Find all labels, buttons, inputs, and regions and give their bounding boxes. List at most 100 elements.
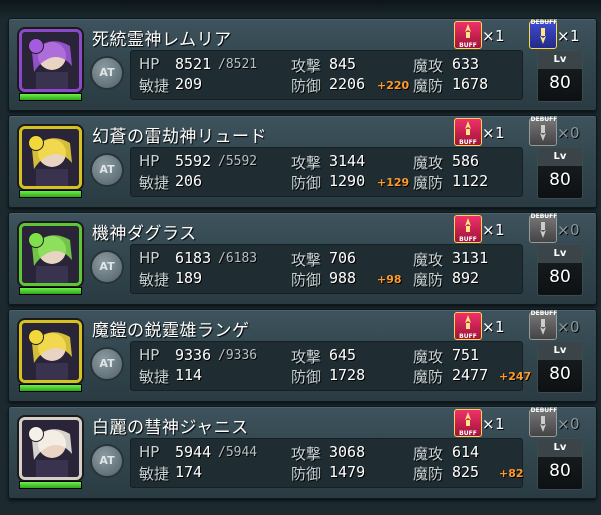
unit-card[interactable]: 死統霊神レムリア AT HP 8521/8521 攻撃 845 魔攻 633 敏捷 209 防御 22… — [8, 18, 597, 111]
debuff-icon[interactable]: DEBUFF — [529, 19, 558, 49]
debuff-times: × — [557, 124, 570, 142]
agi-label: 敏捷 — [139, 271, 170, 289]
agi-label: 敏捷 — [139, 368, 170, 386]
hp-current: 5944 — [175, 443, 212, 461]
unit-card[interactable]: 魔鎧の鋭霆雄ランゲ AT HP 9336/9336 攻撃 645 魔攻 751 敏捷 114 防御 1… — [8, 309, 597, 402]
buff-label: BUFF — [459, 42, 477, 49]
hp-bar — [19, 384, 82, 392]
buff-icon[interactable]: BUFF — [454, 118, 482, 146]
def-label: 防御 — [291, 174, 322, 192]
buff-icon[interactable]: BUFF — [454, 312, 482, 340]
hp-bar-fill — [20, 288, 81, 294]
hp-label: HP — [139, 55, 160, 73]
hp-max: /6183 — [218, 251, 258, 266]
unit-portrait[interactable] — [19, 223, 82, 286]
mdef-bonus: +82 — [499, 467, 524, 480]
matk-value: 633 — [452, 55, 480, 73]
mdef-value: 1122 — [452, 172, 489, 190]
hp-bar-fill — [20, 191, 81, 197]
buff-times: × — [482, 27, 495, 45]
hp-bar — [19, 481, 82, 489]
matk-label: 魔攻 — [413, 251, 444, 269]
mdef-bonus: +247 — [499, 370, 532, 383]
debuff-label: DEBUFF — [530, 213, 558, 220]
matk-value: 614 — [452, 443, 480, 461]
debuff-label: DEBUFF — [530, 407, 558, 414]
atk-value: 845 — [329, 55, 357, 73]
debuff-icon[interactable]: DEBUFF — [529, 116, 557, 146]
level-value: 80 — [549, 73, 571, 93]
level-value: 80 — [549, 267, 571, 287]
hp-bar-fill — [20, 94, 81, 100]
debuff-times: × — [557, 221, 570, 239]
matk-label: 魔攻 — [413, 445, 444, 463]
mdef-label: 魔防 — [413, 368, 444, 386]
def-label: 防御 — [291, 368, 322, 386]
top-strip — [0, 0, 601, 18]
auto-mode-button[interactable]: AT — [90, 56, 124, 90]
def-bonus: +129 — [377, 176, 410, 189]
mdef-value: 825 — [452, 463, 480, 481]
level-box: Lv 80 — [537, 147, 583, 199]
element-orb-icon — [28, 232, 44, 248]
unit-portrait[interactable] — [19, 417, 82, 480]
unit-portrait[interactable] — [19, 29, 82, 92]
agi-label: 敏捷 — [139, 465, 170, 483]
unit-card[interactable]: 白麗の彗神ジャニス AT HP 5944/5944 攻撃 3068 魔攻 614 敏捷 174 防御… — [8, 406, 597, 499]
buff-icon[interactable]: BUFF — [454, 21, 482, 49]
unit-portrait[interactable] — [19, 126, 82, 189]
unit-portrait[interactable] — [19, 320, 82, 383]
hp-current: 5592 — [175, 152, 212, 170]
hp-current: 6183 — [175, 249, 212, 267]
hp-max: /5592 — [218, 154, 258, 169]
debuff-label: DEBUFF — [530, 310, 558, 317]
element-orb-icon — [28, 426, 44, 442]
unit-name: 機神ダグラス — [92, 224, 197, 244]
mdef-value: 892 — [452, 269, 480, 287]
def-bonus: +98 — [377, 273, 402, 286]
debuff-count: 1 — [570, 27, 580, 45]
matk-value: 3131 — [452, 249, 489, 267]
buff-count: 1 — [495, 221, 505, 239]
auto-mode-button[interactable]: AT — [90, 153, 124, 187]
level-label: Lv — [538, 148, 582, 166]
auto-mode-button[interactable]: AT — [90, 347, 124, 381]
buff-label: BUFF — [459, 430, 477, 437]
agi-value: 114 — [175, 366, 203, 384]
hp-label: HP — [139, 152, 160, 170]
hp-bar — [19, 190, 82, 198]
agi-value: 174 — [175, 463, 203, 481]
atk-label: 攻撃 — [291, 348, 322, 366]
def-label: 防御 — [291, 465, 322, 483]
hp-current: 9336 — [175, 346, 212, 364]
debuff-icon[interactable]: DEBUFF — [529, 407, 558, 437]
auto-mode-button[interactable]: AT — [90, 444, 124, 478]
debuff-label: DEBUFF — [530, 19, 558, 26]
atk-value: 3144 — [329, 152, 366, 170]
mdef-label: 魔防 — [413, 271, 444, 289]
debuff-count: 0 — [570, 124, 580, 142]
buff-icon[interactable]: BUFF — [454, 215, 482, 243]
matk-label: 魔攻 — [413, 154, 444, 172]
debuff-icon[interactable]: DEBUFF — [529, 213, 558, 243]
hp-label: HP — [139, 443, 160, 461]
def-value: 988 — [329, 269, 357, 287]
stat-panel: HP 5944/5944 攻撃 3068 魔攻 614 敏捷 174 防御 1479 魔防 825 +8… — [130, 438, 524, 488]
mdef-value: 1678 — [452, 75, 489, 93]
buff-icon[interactable]: BUFF — [454, 409, 482, 437]
atk-label: 攻撃 — [291, 251, 322, 269]
unit-card[interactable]: 機神ダグラス AT HP 6183/6183 攻撃 706 魔攻 3131 敏捷 189 防御 988… — [8, 212, 597, 305]
buff-count: 1 — [495, 318, 505, 336]
unit-card[interactable]: 幻蒼の雷劫神リュード AT HP 5592/5592 攻撃 3144 魔攻 586 敏捷 206 防… — [8, 115, 597, 208]
unit-name: 幻蒼の雷劫神リュード — [92, 127, 267, 147]
debuff-count: 0 — [570, 318, 580, 336]
level-label: Lv — [538, 342, 582, 360]
element-orb-icon — [28, 38, 44, 54]
element-orb-icon — [28, 135, 44, 151]
debuff-icon[interactable]: DEBUFF — [529, 310, 558, 340]
mdef-value: 2477 — [452, 366, 489, 384]
auto-mode-button[interactable]: AT — [90, 250, 124, 284]
mdef-label: 魔防 — [413, 77, 444, 95]
hp-bar-fill — [20, 482, 81, 488]
hp-bar — [19, 287, 82, 295]
